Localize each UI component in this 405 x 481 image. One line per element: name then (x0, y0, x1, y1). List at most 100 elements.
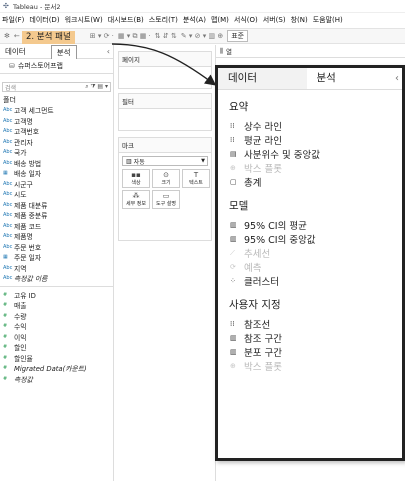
size-button[interactable]: ⊙ 크기 (152, 169, 180, 188)
measure-field[interactable]: # 할인율 (0, 353, 113, 364)
menu-item[interactable]: 분석(A) (183, 15, 206, 25)
search-input[interactable]: 검색 ⌕ ⧩ ▤ ▾ (2, 82, 111, 92)
menu-item[interactable]: 맵(M) (211, 15, 229, 25)
measure-list: # 고유 ID # 매출 # 수량 # 수익 # 이익 # 할인 # 할인율 # Migrated Data(… (0, 290, 113, 385)
fit-select[interactable]: 표준 (227, 30, 249, 42)
field-type-icon: # (3, 291, 8, 298)
size-label: 크기 (161, 180, 171, 186)
search-icon[interactable]: ⌕ ⧩ ▤ ▾ (85, 83, 108, 91)
analytics-item[interactable]: ▥ 95% CI의 중앙값 (229, 232, 402, 246)
analytics-item[interactable]: ▢ 총계 (229, 175, 402, 189)
analytics-item[interactable]: ▥ 95% CI의 평균 (229, 218, 402, 232)
dimension-field[interactable]: Abc 시도 (0, 189, 113, 200)
data-pane: 데이터 분석 ‹ ⛁ 슈퍼스토어프랩 검색 ⌕ ⧩ ▤ ▾ 폴더 Abc 고객 세… (0, 44, 114, 481)
field-type-icon: ▦ (3, 170, 8, 177)
dimension-field[interactable]: Abc 제품명 (0, 231, 113, 242)
analytics-item-label: 클러스터 (244, 277, 279, 288)
menu-item[interactable]: 대시보드(B) (108, 15, 144, 25)
measure-field[interactable]: # 이익 (0, 332, 113, 343)
menu-item[interactable]: 파일(F) (2, 15, 24, 25)
analytics-tab-analytics[interactable]: 분석 (306, 68, 395, 89)
measure-field[interactable]: # 매출 (0, 300, 113, 311)
dimension-field[interactable]: Abc 시군구 (0, 179, 113, 190)
text-label: 텍스트 (189, 180, 203, 186)
dimension-field[interactable]: Abc 배송 방법 (0, 158, 113, 169)
section-title: 사용자 지정 (229, 299, 281, 311)
color-button[interactable]: ▪▪ 색상 (122, 169, 150, 188)
analytics-item-label: 추세선 (244, 249, 271, 260)
dimension-field[interactable]: Abc 국가 (0, 147, 113, 158)
text-button[interactable]: T 텍스트 (182, 169, 210, 188)
dimension-field[interactable]: ▦ 배송 일자 (0, 168, 113, 179)
field-label: 매출 (14, 302, 27, 311)
median-quartile-icon: ▤ (230, 150, 237, 158)
field-type-icon: Abc (3, 233, 13, 240)
columns-shelf[interactable]: ⫼ 열 (216, 45, 405, 58)
menu-item[interactable]: 데이터(D) (29, 15, 59, 25)
analytics-tab-data[interactable]: 데이터 (218, 68, 307, 89)
dimension-field[interactable]: Abc 고객 세그먼트 (0, 105, 113, 116)
filters-shelf[interactable]: 필터 (118, 93, 212, 131)
analytics-item[interactable]: ⁞⁞ 참조선 (229, 317, 402, 331)
ci-mean-icon: ▥ (230, 221, 237, 229)
menu-item[interactable]: 서식(O) (234, 15, 258, 25)
menu-item[interactable]: 서버(S) (263, 15, 286, 25)
analytics-item[interactable]: ⁘ 클러스터 (229, 274, 402, 288)
field-type-icon: Abc (3, 264, 13, 271)
menu-item[interactable]: 워크시트(W) (65, 15, 103, 25)
analytics-item-label: 상수 라인 (244, 122, 282, 133)
dimension-field[interactable]: Abc 제품 중분류 (0, 210, 113, 221)
field-type-icon: # (3, 375, 8, 382)
swap-icon[interactable]: ⇅ ⇵ ⇅ (155, 32, 177, 40)
measure-field[interactable]: # 측정값 (0, 374, 113, 385)
box-plot-icon: ⊕ (230, 362, 236, 370)
analytics-item[interactable]: ▤ 사분위수 및 중앙값 (229, 147, 402, 161)
dimension-field[interactable]: Abc 측정값 이름 (0, 273, 113, 284)
dimension-field[interactable]: Abc 고객명 (0, 116, 113, 127)
dimension-field[interactable]: Abc 관리자 (0, 137, 113, 148)
measure-field[interactable]: # 고유 ID (0, 290, 113, 301)
analytics-item[interactable]: ▥ 참조 구간 (229, 331, 402, 345)
dimension-field[interactable]: Abc 지역 (0, 263, 113, 274)
field-type-icon: # (3, 333, 8, 340)
menu-item[interactable]: 도움말(H) (313, 15, 343, 25)
analytics-section: 사용자 지정 ⁞⁞ 참조선 ▥ 참조 구간 ▥ 분포 구간 ⊕ 박스 플롯 (218, 297, 402, 373)
analytics-item[interactable]: ⁞⁞ 평균 라인 (229, 133, 402, 147)
dimension-field[interactable]: Abc 주문 번호 (0, 242, 113, 253)
highlight-icon[interactable]: ✎ ▾ ⊘ ▾ ▥ ⊕ (181, 32, 223, 40)
collapse-icon[interactable]: ‹ (107, 47, 110, 56)
dimension-field[interactable]: ▦ 주문 일자 (0, 252, 113, 263)
dimension-field[interactable]: Abc 고객번호 (0, 126, 113, 137)
back-icon[interactable]: ← (14, 32, 20, 40)
measure-field[interactable]: # 할인 (0, 342, 113, 353)
tableau-home-icon[interactable]: ✻ (4, 32, 10, 40)
dimension-field[interactable]: Abc 제품 코드 (0, 221, 113, 232)
shelves-pane: 페이지 필터 마크 ▥ 자동 ▼ ▪▪ 색상 ⊙ 크기 T 텍스트 ⁂ 세부 정보 ▭ 도… (114, 45, 216, 481)
tooltip-button[interactable]: ▭ 도구 설명 (152, 190, 180, 209)
dimension-field[interactable]: Abc 제품 대분류 (0, 200, 113, 211)
analytics-item[interactable]: ⁞⁞ 상수 라인 (229, 119, 402, 133)
measure-field[interactable]: # 수익 (0, 321, 113, 332)
tab-data[interactable]: 데이터 (0, 45, 31, 58)
analytics-item[interactable]: ▥ 분포 구간 (229, 345, 402, 359)
field-type-icon: # (3, 365, 8, 372)
divider (0, 285, 113, 287)
detail-button[interactable]: ⁂ 세부 정보 (122, 190, 150, 209)
collapse-icon[interactable]: ‹ (395, 73, 399, 84)
new-datasource-icon[interactable]: ⊞ ▾ ⟳ · (90, 32, 114, 40)
field-type-icon: Abc (3, 201, 13, 208)
field-type-icon: Abc (3, 128, 13, 135)
menu-item[interactable]: 창(N) (291, 15, 308, 25)
tab-analytics[interactable]: 분석 (50, 44, 77, 59)
menu-item[interactable]: 스토리(T) (149, 15, 178, 25)
field-label: 측정값 (14, 375, 33, 384)
reference-band-icon: ▥ (230, 334, 237, 342)
measure-field[interactable]: # 수량 (0, 311, 113, 322)
analytics-item-label: 박스 플롯 (244, 164, 282, 175)
marks-type-select[interactable]: ▥ 자동 ▼ (122, 156, 208, 166)
datasource-item[interactable]: ⛁ 슈퍼스토어프랩 (0, 59, 113, 74)
pages-shelf[interactable]: 페이지 (118, 51, 212, 89)
measure-field[interactable]: # Migrated Data(카운트) (0, 363, 113, 374)
new-sheet-icon[interactable]: ▦ ▾ ⧉ ▦ · (118, 32, 151, 41)
field-type-icon: Abc (3, 117, 13, 124)
